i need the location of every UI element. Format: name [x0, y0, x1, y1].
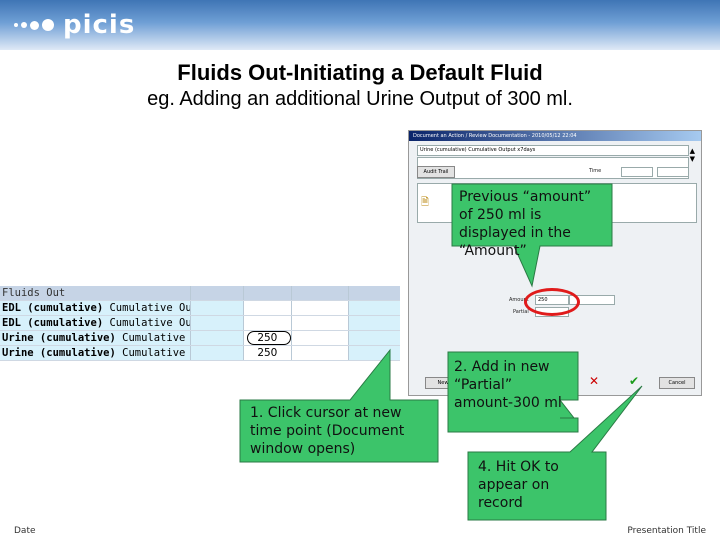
- callout-previous-amount-text: Previous “amount” of 250 ml is displayed…: [459, 189, 592, 259]
- footer-presentation-title: Presentation Title: [627, 526, 706, 536]
- callout-add-partial-text: 2. Add in new “Partial” amount-300 ml: [454, 359, 562, 411]
- footer-date: Date: [14, 526, 36, 536]
- callout-click-cursor-text: 1. Click cursor at new time point (Docum…: [250, 405, 405, 457]
- callout-hit-ok-text: 4. Hit OK to appear on record: [478, 459, 559, 511]
- callout-layer: [239, 183, 643, 521]
